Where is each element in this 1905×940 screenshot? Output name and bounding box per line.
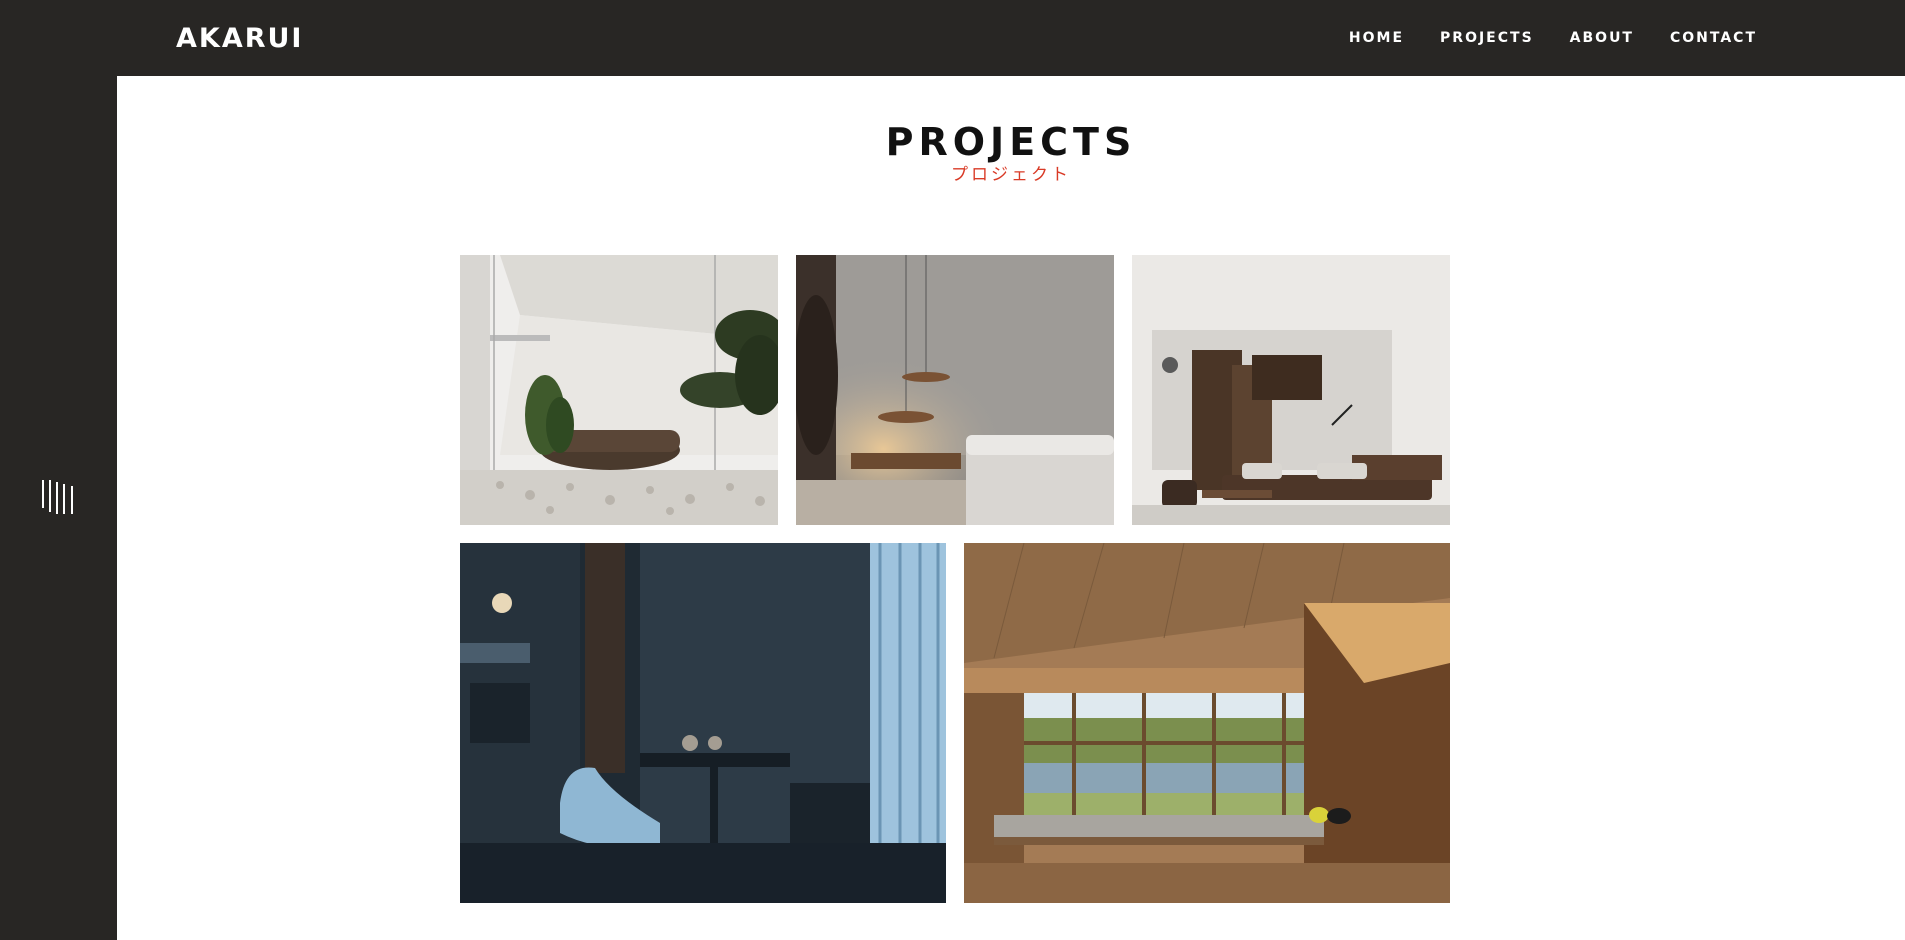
top-navigation-bar: AKARUI HOME PROJECTS ABOUT CONTACT <box>0 0 1905 76</box>
menu-lines-icon[interactable] <box>41 478 77 516</box>
project-image-lake-view-room[interactable] <box>964 543 1450 903</box>
nav-home-link[interactable]: HOME <box>1349 30 1404 46</box>
nav-projects-link[interactable]: PROJECTS <box>1440 30 1534 46</box>
main-nav: HOME PROJECTS ABOUT CONTACT <box>1313 30 1757 46</box>
nav-contact-link[interactable]: CONTACT <box>1670 30 1757 46</box>
page-heading: PROJECTS プロジェクト <box>117 120 1905 186</box>
project-image-dark-cafe[interactable] <box>460 543 946 903</box>
project-image-bathroom[interactable] <box>460 255 778 525</box>
left-sidebar <box>0 76 117 940</box>
site-logo[interactable]: AKARUI <box>176 23 303 54</box>
project-image-living-room[interactable] <box>1132 255 1450 525</box>
page-subtitle: プロジェクト <box>951 165 1071 185</box>
project-image-bedroom[interactable] <box>796 255 1114 525</box>
nav-about-link[interactable]: ABOUT <box>1570 30 1634 46</box>
page-title: PROJECTS <box>885 120 1137 164</box>
